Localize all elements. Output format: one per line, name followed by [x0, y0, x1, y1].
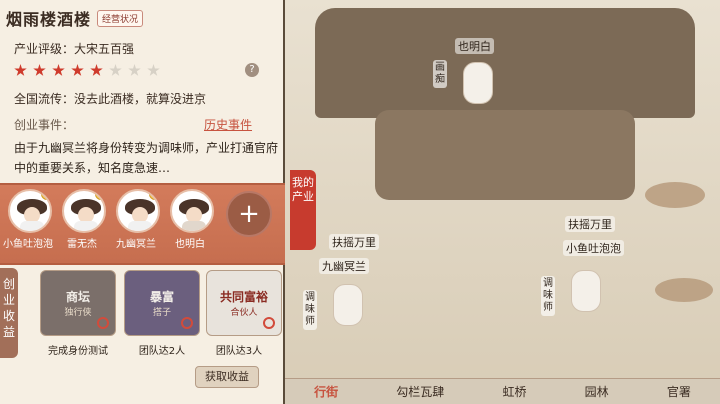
star-icon	[128, 64, 141, 76]
nav-item-theater[interactable]: 勾栏瓦肆	[396, 383, 444, 400]
street-scene: 我的产业 也明白 扶摇万里 扶摇万里 九幽冥兰 小鱼吐泡泡 画痴 调味师 调味师…	[285, 0, 720, 404]
team-member-name: 雷无杰	[67, 239, 97, 250]
my-industry-banner[interactable]: 我的产业	[290, 170, 316, 250]
collect-income-button[interactable]: 获取收益	[195, 366, 259, 388]
income-label: 创业收益	[0, 268, 18, 358]
rating-stars	[14, 64, 160, 77]
character-sprite[interactable]	[463, 62, 493, 104]
vertical-role-label: 画痴	[433, 60, 447, 88]
income-card-caption: 团队达3人	[215, 346, 263, 357]
star-icon	[14, 64, 27, 76]
history-events-link[interactable]: 历史事件	[204, 116, 252, 133]
team-member-name: 也明白	[175, 239, 205, 250]
vertical-role-label: 调味师	[303, 290, 317, 330]
team-member-avatar[interactable]	[62, 189, 106, 233]
nav-item-bridge[interactable]: 虹桥	[502, 383, 526, 400]
character-name-label: 扶摇万里	[565, 216, 615, 232]
income-card[interactable]: 商坛 独行侠	[40, 270, 116, 336]
character-sprite[interactable]	[571, 270, 601, 312]
character-name-label: 扶摇万里	[329, 234, 379, 250]
vertical-role-label: 调味师	[541, 276, 555, 316]
income-card[interactable]: 暴富 搭子	[124, 270, 200, 336]
team-member-name: 小鱼吐泡泡	[3, 239, 53, 250]
income-card-title: 共同富裕	[219, 290, 268, 304]
gold-badge-icon	[95, 191, 104, 200]
industry-panel: 烟雨楼酒楼 经营状况 产业评级：大宋五百强 ? 全国流传：没去此酒楼，就算没进京…	[0, 0, 285, 404]
parasol-stall	[655, 278, 713, 302]
income-card-subtitle: 独行侠	[64, 308, 92, 318]
star-icon	[33, 64, 46, 76]
team-band: 小鱼吐泡泡 雷无杰 九幽冥兰 也明白 +	[0, 183, 285, 265]
star-icon	[109, 64, 122, 76]
team-member-avatar[interactable]	[116, 189, 160, 233]
team-member-name: 九幽冥兰	[116, 239, 156, 250]
team-member-avatar[interactable]	[170, 189, 214, 233]
check-icon	[181, 317, 193, 329]
nav-item-garden[interactable]: 园林	[585, 383, 609, 400]
star-icon	[147, 64, 160, 76]
character-name-label: 也明白	[455, 38, 494, 54]
nav-item-office[interactable]: 官署	[667, 383, 691, 400]
rating-line: 产业评级：大宋五百强	[14, 42, 135, 56]
income-card-title: 暴富	[149, 290, 174, 304]
check-icon	[263, 317, 275, 329]
building-roof	[315, 8, 695, 118]
events-description: 由于九幽冥兰将身份转变为调味师，产业打通官府中的重要关系，知名度急速…	[14, 141, 279, 175]
income-card[interactable]: 共同富裕 合伙人	[206, 270, 282, 336]
check-icon	[97, 317, 109, 329]
star-icon	[90, 64, 103, 76]
building-platform	[375, 110, 635, 200]
events-label: 创业事件：	[14, 118, 75, 132]
star-icon	[52, 64, 65, 76]
add-member-button[interactable]: +	[226, 191, 272, 237]
status-badge[interactable]: 经营状况	[97, 9, 144, 27]
character-sprite[interactable]	[333, 284, 363, 326]
help-icon[interactable]: ?	[245, 63, 259, 77]
character-name-label: 九幽冥兰	[319, 258, 369, 274]
team-member-avatar[interactable]	[8, 189, 52, 233]
title-bar: 烟雨楼酒楼 经营状况	[6, 6, 144, 30]
shop-title: 烟雨楼酒楼	[6, 10, 92, 29]
income-card-subtitle: 合伙人	[230, 308, 258, 318]
income-card-caption: 完成身份测试	[48, 346, 108, 357]
star-icon	[71, 64, 84, 76]
nav-item-street[interactable]: 行街	[314, 383, 338, 400]
income-card-subtitle: 搭子	[152, 308, 171, 318]
character-name-label: 小鱼吐泡泡	[563, 240, 624, 256]
gold-badge-icon	[41, 191, 50, 200]
bottom-nav: 行街 勾栏瓦肆 虹桥 园林 官署	[285, 378, 720, 404]
gold-badge-icon	[149, 191, 158, 200]
income-card-title: 商坛	[65, 290, 90, 304]
fame-line: 全国流传：没去此酒楼，就算没进京	[14, 92, 207, 106]
parasol-stall	[645, 182, 705, 208]
